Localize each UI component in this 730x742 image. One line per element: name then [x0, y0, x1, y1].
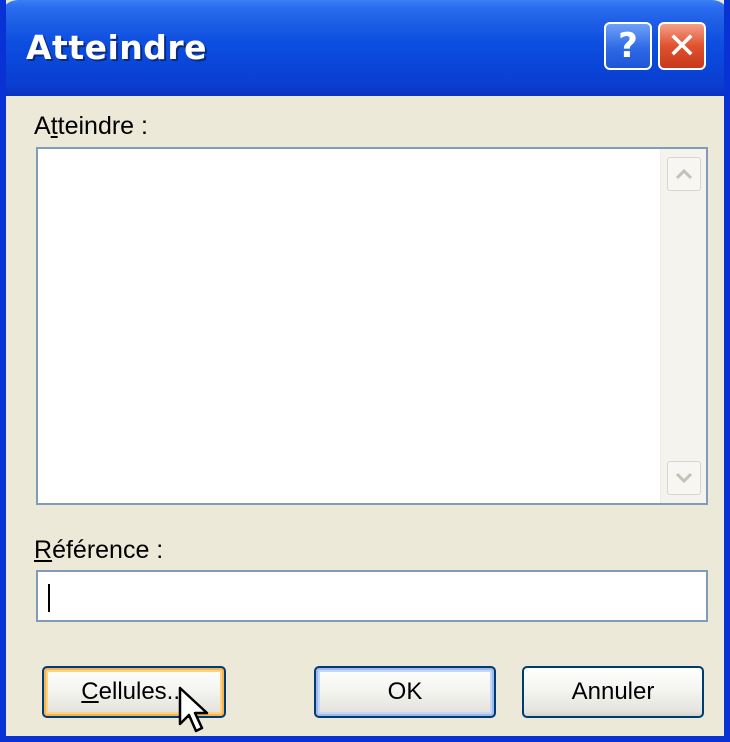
text-caret: [48, 584, 50, 612]
goto-label: Atteindre :: [34, 112, 148, 140]
goto-dialog: Atteindre ? ✕ Atteindre : Référence : C …: [0, 0, 730, 742]
goto-label-accelerator: t: [50, 112, 58, 140]
goto-list[interactable]: [36, 147, 708, 505]
reference-input[interactable]: [36, 570, 708, 622]
cancel-button[interactable]: Annuler: [522, 666, 704, 718]
scroll-down-arrow-icon: [675, 472, 693, 484]
help-button[interactable]: ?: [604, 22, 652, 70]
mouse-pointer-icon: [178, 686, 209, 733]
scroll-up-arrow-icon: [675, 168, 693, 180]
ok-button[interactable]: OK: [314, 666, 496, 718]
close-icon: ✕: [666, 25, 698, 67]
scroll-up-button[interactable]: [667, 157, 701, 191]
reference-label-accelerator: R: [34, 536, 53, 564]
title-bar[interactable]: Atteindre ? ✕: [6, 0, 724, 96]
scroll-down-button[interactable]: [667, 461, 701, 495]
dialog-title: Atteindre: [26, 28, 208, 67]
close-button[interactable]: ✕: [658, 22, 706, 70]
vertical-scrollbar[interactable]: [660, 149, 706, 503]
help-icon: ?: [618, 26, 638, 66]
reference-label: Référence :: [34, 536, 164, 564]
